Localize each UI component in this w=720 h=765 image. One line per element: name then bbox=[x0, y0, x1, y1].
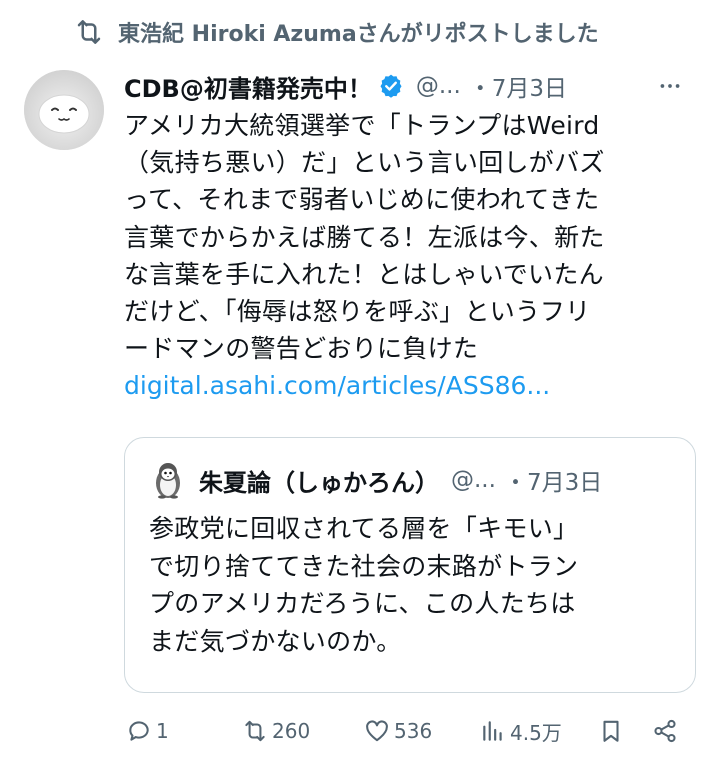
repost-count: 260 bbox=[272, 719, 311, 743]
reply-icon bbox=[129, 721, 149, 741]
quoted-text-line: 参政党に回収されてる層を「キモい」 bbox=[149, 514, 579, 543]
like-count: 536 bbox=[394, 719, 433, 743]
more-icon bbox=[660, 84, 680, 88]
avatar[interactable] bbox=[24, 70, 104, 150]
quoted-text-line: プのアメリカだろうに、この人たちは bbox=[149, 589, 576, 618]
post-text-line: （気持ち悪い）だ」という言い回しがバズ bbox=[124, 148, 605, 178]
views-icon bbox=[483, 721, 502, 741]
quoted-text-line: で切り捨ててきた社会の末路がトラン bbox=[149, 551, 579, 581]
post-text-line: ードマンの警告どおりに負けた bbox=[124, 334, 479, 364]
quoted-post-text: 参政党に回収されてる層を「キモい」 で切り捨ててきた社会の末路がトラン プのアメ… bbox=[149, 510, 679, 660]
quoted-post-header: 朱夏論（しゅかろん） @... ・7月3日 bbox=[151, 460, 602, 500]
post-date[interactable]: ・7月3日 bbox=[469, 69, 567, 103]
repost-indicator[interactable]: 東浩紀 Hiroki Azumaさんがリポストしました bbox=[74, 12, 599, 52]
verified-badge-icon bbox=[380, 74, 402, 98]
quoted-post[interactable]: 朱夏論（しゅかろん） @... ・7月3日 参政党に回収されてる層を「キモい」 … bbox=[124, 437, 696, 693]
repost-indicator-text: 東浩紀 Hiroki Azumaさんがリポストしました bbox=[118, 22, 599, 47]
repost-icon bbox=[77, 20, 101, 44]
more-button[interactable] bbox=[656, 72, 684, 100]
post-text-line: 言葉でからかえば勝てる！左派は今、新た bbox=[124, 222, 605, 252]
post-text-line: な言葉を手に入れた！とはしゃいでいたん bbox=[124, 259, 604, 289]
action-bar: 1 260 536 4.5万 bbox=[124, 710, 700, 752]
like-button[interactable]: 536 bbox=[364, 710, 432, 752]
reply-button[interactable]: 1 bbox=[126, 710, 169, 752]
post-text: アメリカ大統領選挙で「トランプはWeird （気持ち悪い）だ」という言い回しがバ… bbox=[124, 107, 700, 405]
author-name[interactable]: CDB@初書籍発売中！ bbox=[124, 69, 372, 104]
quoted-post-date: ・7月3日 bbox=[503, 470, 603, 496]
post-text-line: アメリカ大統領選挙で「トランプはWeird bbox=[124, 111, 600, 140]
bookmark-button[interactable] bbox=[598, 710, 624, 752]
quoted-author-handle: @... bbox=[451, 467, 496, 493]
author-handle[interactable]: @... bbox=[416, 73, 461, 99]
reply-count: 1 bbox=[156, 719, 169, 743]
repost-icon bbox=[245, 720, 265, 742]
quoted-text-line: まだ気づかないのか。 bbox=[149, 626, 402, 656]
views-count: 4.5万 bbox=[510, 720, 562, 745]
views-button[interactable]: 4.5万 bbox=[480, 710, 562, 752]
share-icon bbox=[654, 719, 676, 743]
repost-button[interactable]: 260 bbox=[242, 710, 310, 752]
post-text-line: だけど、「侮辱は怒りを呼ぶ」というフリ bbox=[124, 297, 591, 327]
post-text-line: って、それまで弱者いじめに使われてきた bbox=[124, 185, 600, 215]
bookmark-icon bbox=[603, 720, 619, 742]
post-header: CDB@初書籍発売中！ @... ・7月3日 bbox=[124, 64, 700, 108]
article-link[interactable]: digital.asahi.com/articles/ASS86... bbox=[124, 367, 700, 404]
share-button[interactable] bbox=[652, 710, 678, 752]
like-icon bbox=[366, 720, 388, 742]
penguin-avatar-icon[interactable] bbox=[151, 461, 185, 499]
quoted-author-name: 朱夏論（しゅかろん） bbox=[199, 468, 439, 497]
